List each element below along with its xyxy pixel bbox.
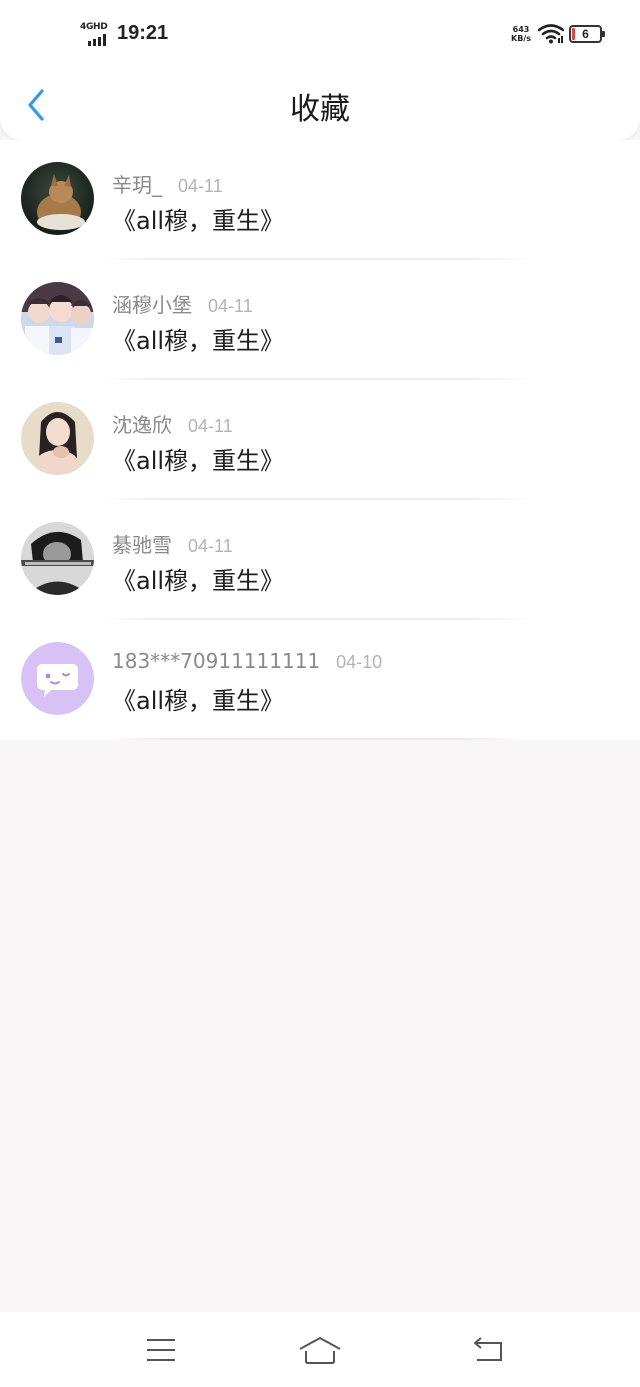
chat-bubble-icon (21, 642, 94, 715)
date: 04-11 (188, 416, 233, 436)
date: 04-10 (336, 652, 383, 672)
favorites-screen: 4GHD 19:21 643 KB/s 6 收藏 辛玥_ 04-11 《all穆… (0, 0, 640, 1387)
bw-photo-icon (21, 522, 94, 595)
date: 04-11 (188, 536, 233, 556)
username-text: 沈逸欣 (112, 413, 172, 437)
status-bar: 4GHD 19:21 643 KB/s 6 (0, 0, 640, 70)
back-nav-button[interactable] (466, 1330, 510, 1370)
speed-unit: KB/s (511, 34, 531, 43)
home-button[interactable] (298, 1330, 342, 1370)
signal-icon (88, 34, 106, 46)
item-title: 《all穆，重生》 (112, 687, 285, 715)
header: 4GHD 19:21 643 KB/s 6 收藏 (0, 0, 640, 140)
date: 04-11 (208, 296, 253, 316)
list-item[interactable]: 沈逸欣 04-11 《all穆，重生》 (0, 380, 640, 500)
network-label: 4GHD (80, 22, 108, 32)
item-title: 《all穆，重生》 (112, 447, 285, 475)
avatar (21, 522, 94, 595)
wifi-icon (538, 24, 564, 44)
battery-icon: 6 (569, 25, 605, 45)
back-icon (474, 1337, 502, 1361)
username: 涵穆小堡 04-11 (112, 289, 253, 318)
network-indicator: 4GHD (80, 22, 110, 46)
page-title: 收藏 (290, 92, 350, 127)
list-item[interactable]: 辛玥_ 04-11 《all穆，重生》 (0, 140, 640, 260)
dog-photo-icon (21, 162, 94, 235)
home-icon (299, 1337, 341, 1364)
item-title: 《all穆，重生》 (112, 567, 285, 595)
favorites-list: 辛玥_ 04-11 《all穆，重生》 涵穆小堡 04-11 《all穆，重生》… (0, 140, 640, 740)
network-speed: 643 KB/s (506, 25, 536, 43)
navigation-bar (0, 1312, 640, 1387)
avatar (21, 162, 94, 235)
username-text: 綦驰雪 (112, 533, 172, 557)
username-text: 183***70911111111 (112, 649, 321, 673)
status-time: 19:21 (117, 22, 169, 44)
username-text: 涵穆小堡 (112, 293, 192, 317)
divider (100, 738, 530, 740)
menu-button[interactable] (139, 1330, 183, 1370)
list-item[interactable]: 涵穆小堡 04-11 《all穆，重生》 (0, 260, 640, 380)
username: 183***70911111111 04-10 (112, 649, 382, 673)
list-item[interactable]: 183***70911111111 04-10 《all穆，重生》 (0, 620, 640, 740)
username-text: 辛玥_ (112, 173, 162, 197)
avatar (21, 642, 94, 715)
date: 04-11 (178, 176, 223, 196)
group-photo-icon (21, 282, 94, 355)
speed-value: 643 (512, 25, 530, 34)
battery-level: 6 (582, 27, 589, 41)
username: 綦驰雪 04-11 (112, 529, 233, 558)
item-title: 《all穆，重生》 (112, 327, 285, 355)
avatar (21, 282, 94, 355)
avatar (21, 402, 94, 475)
list-item[interactable]: 綦驰雪 04-11 《all穆，重生》 (0, 500, 640, 620)
menu-icon (147, 1339, 175, 1361)
username: 沈逸欣 04-11 (112, 409, 233, 438)
girl-photo-icon (21, 402, 94, 475)
item-title: 《all穆，重生》 (112, 207, 285, 235)
username: 辛玥_ 04-11 (112, 169, 223, 198)
